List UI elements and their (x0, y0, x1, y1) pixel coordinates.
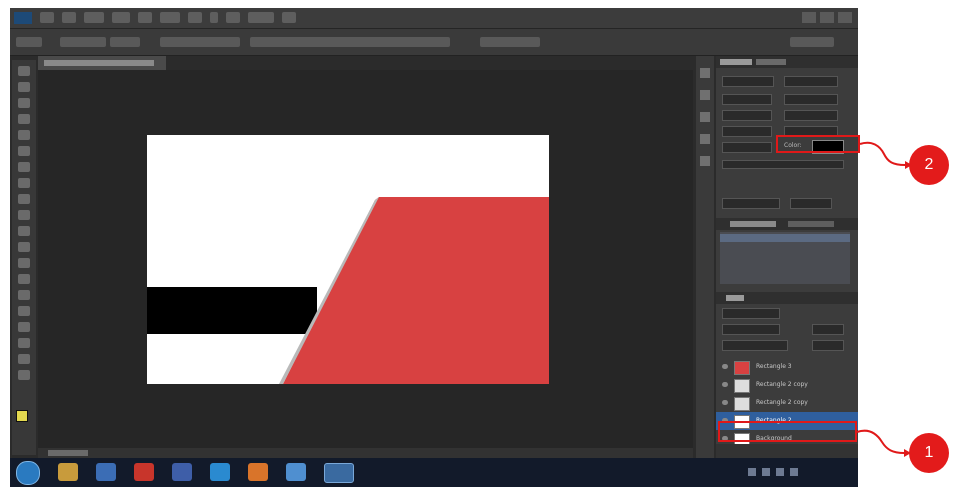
callout-arrow-1 (856, 429, 905, 454)
callout-number-2: 2 (909, 145, 949, 185)
callout-arrow-2 (859, 141, 906, 166)
callout-arrows (856, 141, 912, 457)
callout-number-1: 1 (909, 433, 949, 473)
